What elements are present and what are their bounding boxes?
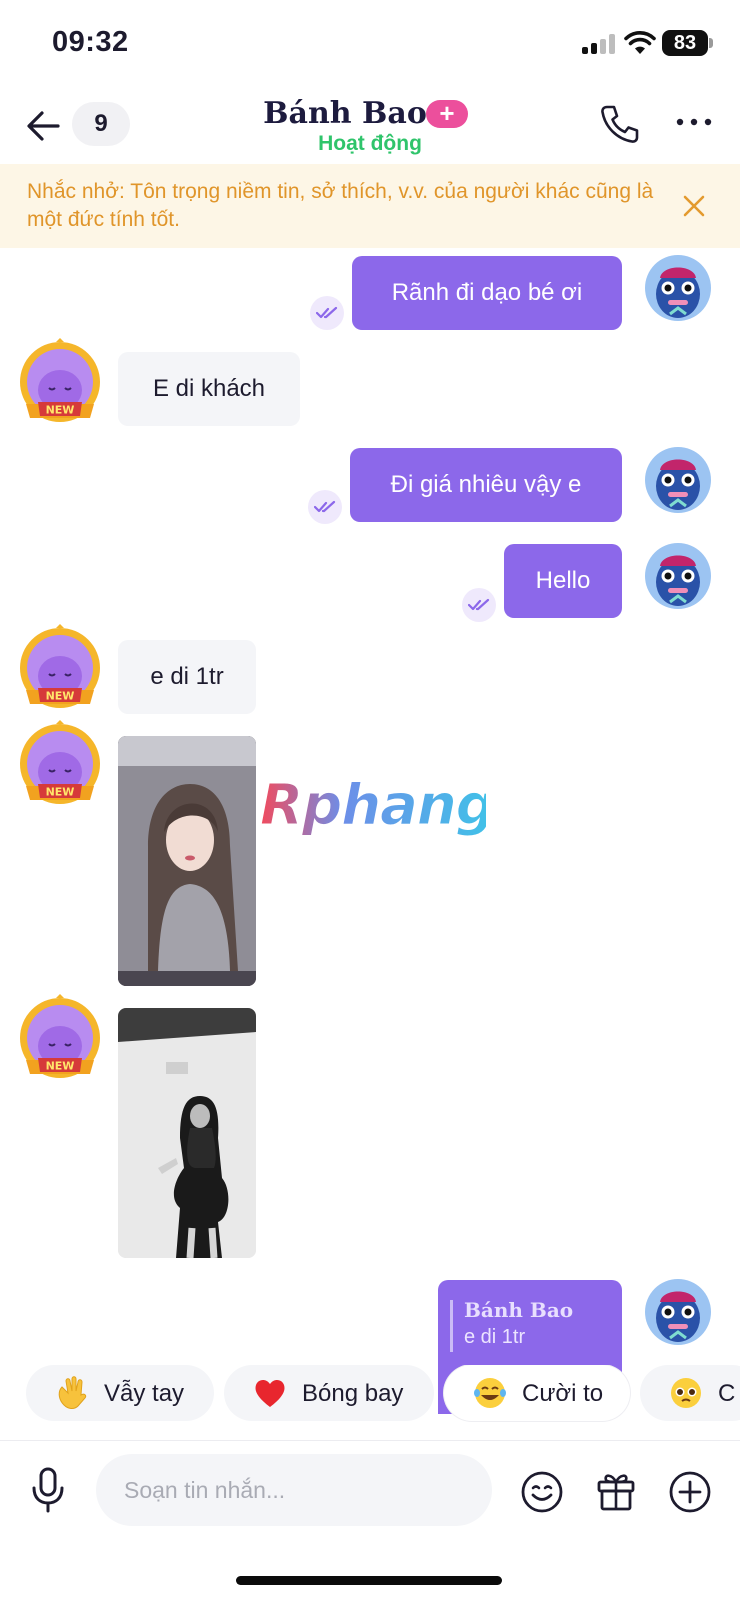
my-avatar[interactable] xyxy=(644,542,712,610)
contact-avatar[interactable]: NEW xyxy=(16,720,104,812)
chip-label: Vẫy tay xyxy=(104,1380,185,1407)
message-bubble-outgoing[interactable]: Rãnh đi dạo bé ơi xyxy=(352,256,622,330)
tears-of-joy-icon xyxy=(474,1378,506,1408)
plus-badge: + xyxy=(426,100,468,128)
quick-reaction-bar: Vẫy tay Bóng bay Cười to C xyxy=(0,1365,740,1423)
contact-avatar[interactable]: NEW xyxy=(16,338,104,430)
selfie-photo xyxy=(118,736,256,986)
red-heart-icon xyxy=(255,1379,285,1407)
mirror-photo xyxy=(118,1008,256,1258)
waving-hand-icon xyxy=(58,1376,87,1409)
reaction-chip-wave[interactable]: Vẫy tay xyxy=(26,1365,214,1421)
my-avatar[interactable] xyxy=(644,254,712,322)
message-bubble-outgoing[interactable]: Đi giá nhiêu vậy e xyxy=(350,448,622,522)
chip-label: C xyxy=(718,1380,736,1407)
more-options-icon[interactable] xyxy=(674,108,714,136)
my-avatar[interactable] xyxy=(644,1278,712,1346)
cellular-signal-icon xyxy=(582,34,616,54)
read-receipt-icon xyxy=(310,296,344,330)
gift-icon[interactable] xyxy=(594,1468,638,1512)
chip-label: Cười to xyxy=(522,1380,604,1407)
wifi-icon xyxy=(624,31,656,54)
chat-header: 9 Bánh Bao + Hoạt động xyxy=(0,90,740,164)
new-badge-text: NEW xyxy=(46,786,75,799)
battery-tip xyxy=(709,38,713,48)
reaction-chip-balloon[interactable]: Bóng bay xyxy=(224,1365,434,1421)
new-badge-text: NEW xyxy=(46,404,75,417)
my-avatar[interactable] xyxy=(644,446,712,514)
emoji-icon[interactable] xyxy=(520,1470,564,1514)
contact-avatar[interactable]: NEW xyxy=(16,994,104,1086)
photo-message[interactable] xyxy=(118,736,256,986)
reaction-chip-pleading[interactable]: C xyxy=(640,1365,740,1421)
home-indicator xyxy=(236,1576,502,1585)
contact-avatar[interactable]: NEW xyxy=(16,624,104,716)
reminder-text: Nhắc nhở: Tôn trọng niềm tin, sở thích, … xyxy=(27,180,654,231)
close-icon[interactable] xyxy=(682,194,706,218)
reminder-banner: Nhắc nhở: Tôn trọng niềm tin, sở thích, … xyxy=(0,164,740,248)
chip-label: Bóng bay xyxy=(302,1380,404,1407)
reaction-chip-laugh[interactable]: Cười to xyxy=(444,1365,630,1421)
quote-text: e di 1tr xyxy=(464,1326,526,1348)
new-badge-text: NEW xyxy=(46,1060,75,1073)
read-receipt-icon xyxy=(462,588,496,622)
status-bar: 09:32 83 xyxy=(0,0,740,90)
battery-indicator: 83 xyxy=(662,30,708,56)
message-bubble-incoming[interactable]: E di khách xyxy=(118,352,300,426)
add-attachment-icon[interactable] xyxy=(668,1470,712,1514)
microphone-icon[interactable] xyxy=(28,1466,68,1514)
message-bubble-outgoing[interactable]: Hello xyxy=(504,544,622,618)
quote-author: Bánh Bao xyxy=(464,1298,574,1322)
status-time: 09:32 xyxy=(52,26,129,58)
watermark-logo: Rphang xyxy=(260,773,487,839)
watermark-text: Rphang xyxy=(260,773,486,838)
pleading-face-icon xyxy=(671,1378,701,1408)
composer-divider xyxy=(0,1440,740,1441)
message-input[interactable] xyxy=(96,1454,492,1526)
photo-message[interactable] xyxy=(118,1008,256,1258)
message-bubble-incoming[interactable]: e di 1tr xyxy=(118,640,256,714)
read-receipt-icon xyxy=(308,490,342,524)
phone-call-icon[interactable] xyxy=(598,102,642,146)
contact-name[interactable]: Bánh Bao xyxy=(0,96,690,131)
new-badge-text: NEW xyxy=(46,690,75,703)
quote-bar xyxy=(450,1300,453,1352)
